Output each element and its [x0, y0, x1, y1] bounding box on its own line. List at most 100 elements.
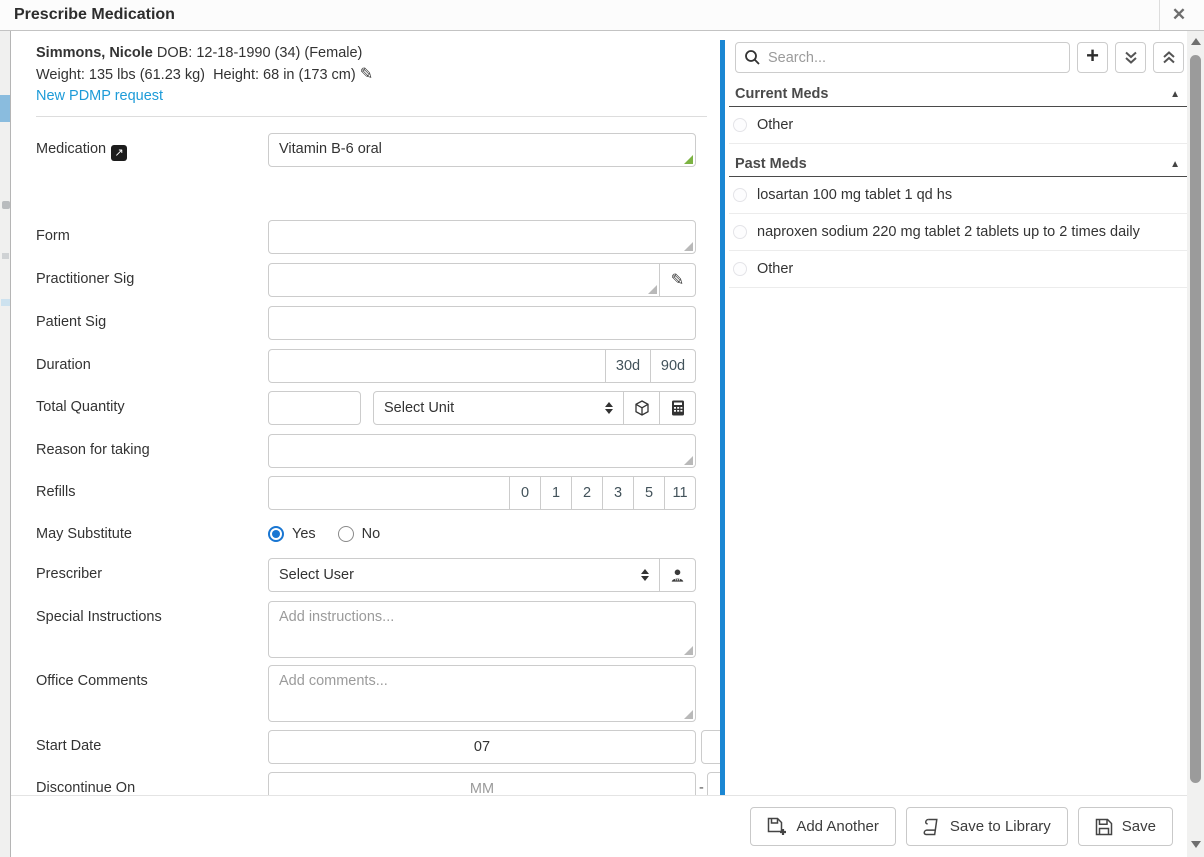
substitute-yes-label: Yes — [292, 526, 316, 542]
collapse-caret-icon: ▲ — [1170, 159, 1180, 170]
refills-11-button[interactable]: 11 — [664, 476, 696, 510]
collapse-all-button[interactable] — [1153, 42, 1184, 73]
package-lookup-button[interactable] — [623, 391, 660, 425]
med-option-naproxen[interactable]: naproxen sodium 220 mg tablet 2 tablets … — [729, 214, 1188, 251]
add-med-button[interactable]: + — [1077, 42, 1108, 73]
patient-dob: DOB: 12-18-1990 (34) (Female) — [157, 45, 363, 61]
quantity-calculator-button[interactable] — [659, 391, 696, 425]
med-option-other-current[interactable]: Other — [729, 107, 1188, 144]
refills-2-button[interactable]: 2 — [571, 476, 603, 510]
form-input[interactable] — [268, 220, 696, 254]
refills-input[interactable] — [268, 476, 510, 510]
current-meds-header[interactable]: Current Meds ▲ — [729, 81, 1188, 107]
scrollbar-thumb[interactable] — [1190, 55, 1201, 783]
expand-all-button[interactable] — [1115, 42, 1146, 73]
save-plus-icon — [767, 817, 787, 836]
choose-user-button[interactable] — [659, 558, 696, 592]
start-date-month-input[interactable] — [268, 730, 696, 764]
past-meds-header[interactable]: Past Meds ▲ — [729, 151, 1188, 177]
save-button[interactable]: Save — [1078, 807, 1173, 846]
background-fragment — [2, 253, 9, 259]
dialog-footer: Add Another Save to Library Save — [11, 795, 1187, 857]
chevrons-up-icon — [1162, 50, 1176, 65]
med-radio[interactable] — [733, 225, 747, 239]
med-item-label: naproxen sodium 220 mg tablet 2 tablets … — [757, 224, 1140, 240]
substitute-no-radio[interactable] — [338, 526, 354, 542]
discontinue-on-label: Discontinue On — [36, 772, 268, 795]
reason-label: Reason for taking — [36, 434, 268, 458]
medication-input[interactable]: Vitamin B-6 oral — [268, 133, 696, 167]
refills-3-button[interactable]: 3 — [602, 476, 634, 510]
prescriber-select-value: Select User — [279, 567, 354, 583]
chevrons-down-icon — [1124, 50, 1138, 65]
meds-search-input[interactable] — [735, 42, 1070, 73]
discontinue-day-input[interactable] — [707, 772, 721, 795]
refills-1-button[interactable]: 1 — [540, 476, 572, 510]
prescriber-select[interactable]: Select User — [268, 558, 660, 592]
save-label: Save — [1122, 818, 1156, 835]
scroll-down-arrow[interactable] — [1187, 836, 1204, 853]
scroll-up-arrow[interactable] — [1187, 33, 1204, 50]
pane-divider — [720, 40, 725, 795]
start-date-day-input[interactable] — [701, 730, 721, 764]
background-fragment — [2, 201, 10, 209]
med-item-label: losartan 100 mg tablet 1 qd hs — [757, 187, 952, 203]
background-fragment — [1, 299, 10, 306]
med-radio[interactable] — [733, 262, 747, 276]
section-title: Past Meds — [735, 156, 807, 172]
patient-divider — [36, 116, 707, 117]
office-comments-input[interactable] — [268, 665, 696, 722]
duration-30d-button[interactable]: 30d — [605, 349, 651, 383]
person-icon — [670, 568, 685, 583]
refills-0-button[interactable]: 0 — [509, 476, 541, 510]
save-icon — [1095, 818, 1113, 836]
total-quantity-input[interactable] — [268, 391, 361, 425]
pdmp-request-link[interactable]: New PDMP request — [36, 88, 163, 104]
discontinue-month-input[interactable] — [268, 772, 696, 795]
calculator-icon — [671, 400, 685, 416]
select-arrows-icon — [605, 402, 613, 414]
duration-input[interactable] — [268, 349, 606, 383]
unit-select-value: Select Unit — [384, 400, 454, 416]
refills-label: Refills — [36, 476, 268, 500]
vertical-scrollbar[interactable] — [1187, 31, 1204, 857]
reason-input[interactable] — [268, 434, 696, 468]
office-comments-label: Office Comments — [36, 665, 268, 689]
substitute-yes-radio[interactable] — [268, 526, 284, 542]
close-icon[interactable]: ✕ — [1164, 0, 1194, 30]
pencil-icon: ✎ — [671, 270, 684, 290]
patient-info: Simmons, Nicole DOB: 12-18-1990 (34) (Fe… — [36, 43, 707, 107]
medication-external-link-icon[interactable]: ↗ — [111, 145, 127, 161]
med-radio[interactable] — [733, 188, 747, 202]
med-radio[interactable] — [733, 118, 747, 132]
edit-vitals-pencil-icon[interactable]: ✎ — [360, 66, 373, 83]
med-option-other-past[interactable]: Other — [729, 251, 1188, 288]
meds-panel: + Current Meds ▲ Other Past Meds — [729, 37, 1188, 795]
med-option-losartan[interactable]: losartan 100 mg tablet 1 qd hs — [729, 177, 1188, 214]
medication-label: Medication↗ — [36, 133, 268, 161]
add-another-button[interactable]: Add Another — [750, 807, 896, 846]
patient-sig-input[interactable] — [268, 306, 696, 340]
patient-sig-label: Patient Sig — [36, 306, 268, 330]
save-to-library-label: Save to Library — [950, 818, 1051, 835]
duration-90d-button[interactable]: 90d — [650, 349, 696, 383]
section-title: Current Meds — [735, 86, 828, 102]
edit-sig-button[interactable]: ✎ — [659, 263, 696, 297]
dialog-titlebar: Prescribe Medication ✕ — [0, 0, 1204, 31]
unit-select[interactable]: Select Unit — [373, 391, 624, 425]
form-label: Form — [36, 220, 268, 244]
patient-height: Height: 68 in (173 cm) — [213, 67, 356, 83]
date-separator: - — [699, 772, 704, 795]
practitioner-sig-input[interactable] — [268, 263, 660, 297]
med-item-label: Other — [757, 117, 793, 133]
book-icon — [923, 818, 941, 836]
titlebar-divider — [1159, 0, 1160, 30]
background-page-sliver — [0, 31, 10, 857]
refills-5-button[interactable]: 5 — [633, 476, 665, 510]
save-to-library-button[interactable]: Save to Library — [906, 807, 1068, 846]
search-icon — [744, 49, 761, 66]
special-instructions-input[interactable] — [268, 601, 696, 658]
may-substitute-label: May Substitute — [36, 519, 268, 542]
duration-label: Duration — [36, 349, 268, 373]
select-arrows-icon — [641, 569, 649, 581]
